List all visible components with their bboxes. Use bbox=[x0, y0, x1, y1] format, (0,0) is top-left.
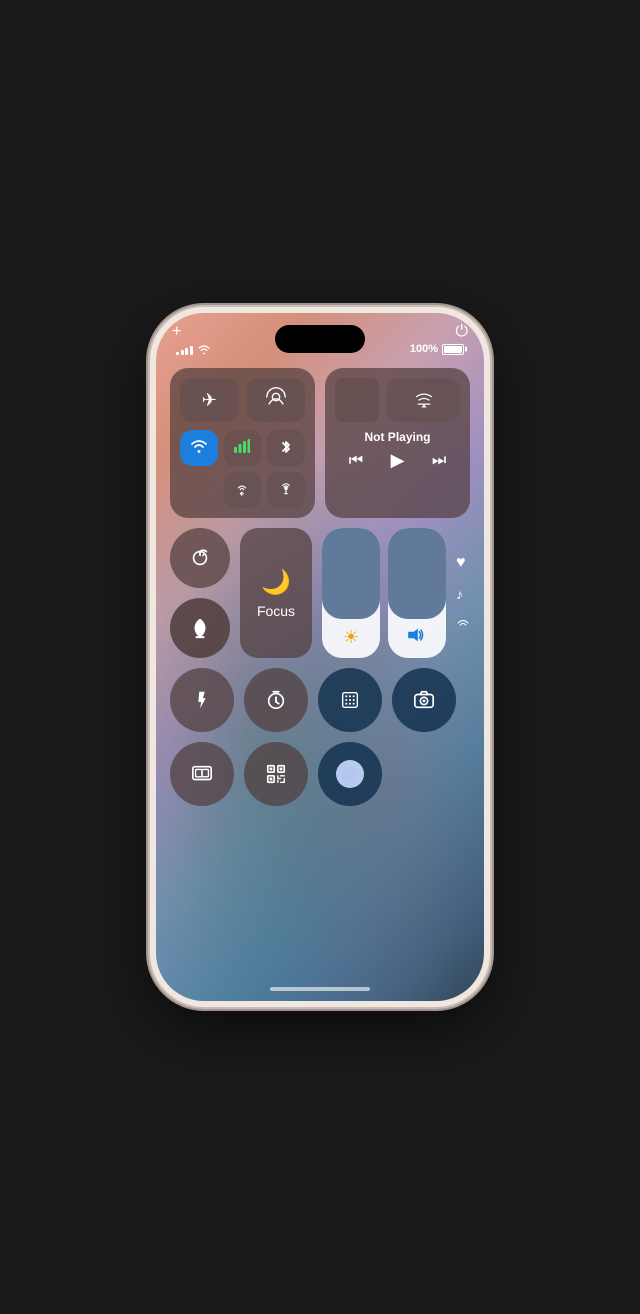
brightness-dark-fill bbox=[322, 528, 380, 619]
signal-bar-1 bbox=[176, 352, 179, 355]
rewind-button[interactable]: ⏮ bbox=[349, 452, 363, 470]
focus-button[interactable]: 🌙 Focus bbox=[240, 528, 312, 658]
camera-button[interactable] bbox=[392, 668, 456, 732]
airplane-icon: ✈ bbox=[202, 390, 217, 411]
now-playing-title: Not Playing bbox=[335, 430, 460, 444]
rotation-lock-button[interactable] bbox=[170, 528, 230, 588]
wifi-toggle-button[interactable] bbox=[180, 430, 218, 466]
wifi-status-icon bbox=[197, 342, 211, 357]
cellular-button[interactable] bbox=[224, 430, 262, 466]
now-playing-top bbox=[335, 378, 460, 422]
round-buttons-col bbox=[170, 528, 230, 658]
conn-top: ✈ bbox=[180, 378, 305, 422]
row-2-container: 🌙 Focus ☀ bbox=[170, 528, 470, 658]
signal-bars bbox=[176, 343, 193, 355]
signal-bar-3 bbox=[185, 348, 188, 355]
signal-bar-4 bbox=[190, 346, 193, 355]
volume-dark-fill bbox=[388, 528, 446, 619]
airdrop-top-icon bbox=[265, 386, 287, 414]
calculator-button[interactable] bbox=[318, 668, 382, 732]
now-playing-controls: ⏮ ▶ ⏭ bbox=[335, 450, 460, 471]
moon-icon: 🌙 bbox=[261, 568, 291, 597]
conn-bottom bbox=[180, 430, 305, 508]
airplay-button[interactable] bbox=[387, 378, 460, 422]
record-dot bbox=[342, 766, 358, 782]
airdrop-button[interactable] bbox=[224, 472, 262, 508]
qr-scanner-button[interactable] bbox=[244, 742, 308, 806]
bluetooth-button[interactable] bbox=[267, 430, 305, 466]
flashlight-button[interactable] bbox=[170, 668, 234, 732]
add-widget-icon[interactable]: + bbox=[172, 323, 181, 341]
battery-percentage: 100% bbox=[410, 343, 438, 355]
row-1: ✈ bbox=[170, 368, 470, 518]
wifi-toggle-icon bbox=[188, 437, 210, 460]
battery-fill bbox=[444, 346, 462, 353]
mute-button[interactable] bbox=[170, 598, 230, 658]
bluetooth-icon bbox=[281, 439, 291, 458]
volume-slider[interactable] bbox=[388, 528, 446, 658]
dynamic-island bbox=[275, 325, 365, 353]
radio-wave-icon bbox=[456, 616, 470, 633]
album-art bbox=[335, 378, 379, 422]
battery-icon bbox=[442, 344, 464, 355]
phone-frame: + ⏻ 100% bbox=[150, 307, 490, 1007]
connectivity-tile: ✈ bbox=[170, 368, 315, 518]
row-3 bbox=[170, 668, 470, 732]
screen-mirror-button[interactable] bbox=[170, 742, 234, 806]
brightness-slider[interactable]: ☀ bbox=[322, 528, 380, 658]
airplane-mode-button[interactable]: ✈ bbox=[180, 378, 239, 422]
music-note-icon: ♪ bbox=[456, 586, 470, 602]
row-4 bbox=[170, 742, 470, 806]
status-left bbox=[176, 342, 211, 357]
phone-screen: + ⏻ 100% bbox=[156, 313, 484, 1001]
side-icons: ♥ ♪ bbox=[456, 554, 470, 633]
screen-record-button[interactable] bbox=[318, 742, 382, 806]
record-inner bbox=[336, 760, 364, 788]
fast-forward-button[interactable]: ⏭ bbox=[432, 452, 446, 470]
focus-label: Focus bbox=[257, 603, 295, 619]
airdrop-top-button[interactable] bbox=[247, 378, 306, 422]
power-icon[interactable]: ⏻ bbox=[455, 323, 468, 341]
signal-bar-2 bbox=[181, 350, 184, 355]
play-button[interactable]: ▶ bbox=[391, 450, 405, 471]
hotspot-button[interactable] bbox=[267, 472, 305, 508]
control-center: ✈ bbox=[170, 368, 470, 806]
home-indicator bbox=[270, 987, 370, 991]
brightness-icon: ☀ bbox=[343, 627, 359, 648]
cellular-icon bbox=[234, 439, 250, 457]
status-right: 100% bbox=[410, 343, 464, 355]
sliders-section: ☀ bbox=[322, 528, 470, 658]
now-playing-tile: Not Playing ⏮ ▶ ⏭ bbox=[325, 368, 470, 518]
heart-icon: ♥ bbox=[456, 554, 470, 572]
timer-button[interactable] bbox=[244, 668, 308, 732]
volume-icon bbox=[407, 627, 427, 648]
airdrop-icon bbox=[235, 482, 249, 499]
hotspot-icon bbox=[279, 482, 293, 499]
